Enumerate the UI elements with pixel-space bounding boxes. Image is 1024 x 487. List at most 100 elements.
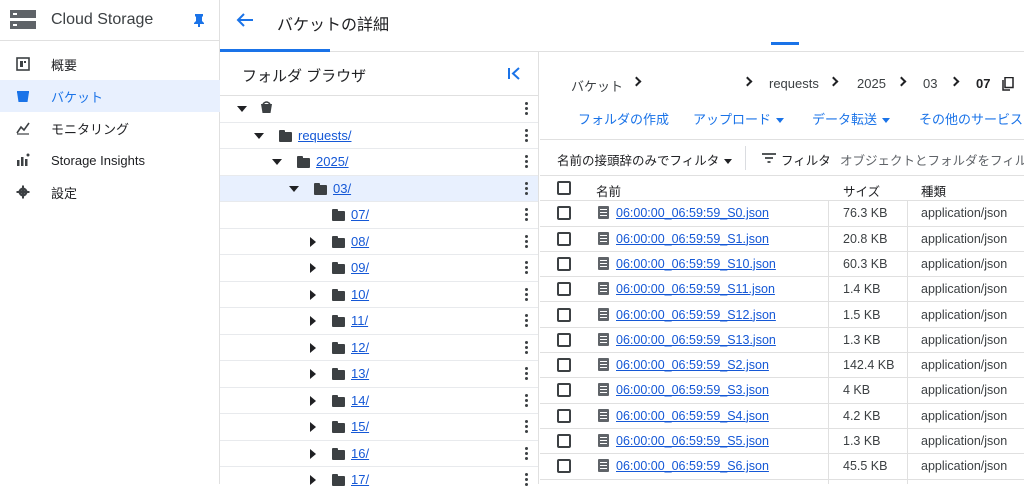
expand-arrow-icon[interactable] (310, 422, 316, 432)
more-options-icon[interactable] (525, 155, 528, 169)
folder-link[interactable]: 17/ (351, 472, 369, 487)
upload-button[interactable]: アップロード (693, 109, 785, 128)
expand-arrow-icon[interactable] (272, 159, 282, 165)
row-checkbox[interactable] (557, 256, 571, 271)
expand-arrow-icon[interactable] (254, 132, 264, 139)
column-header-size[interactable]: サイズ (843, 181, 880, 200)
tree-row-day[interactable]: 10/ (220, 282, 538, 308)
expand-arrow-icon[interactable] (310, 395, 316, 406)
row-checkbox[interactable] (557, 383, 571, 398)
folder-link[interactable]: 08/ (351, 234, 369, 249)
folder-link[interactable]: 10/ (351, 287, 369, 302)
expand-arrow-icon[interactable] (310, 236, 316, 247)
nav-item-monitoring[interactable]: モニタリング (0, 112, 220, 144)
tree-row-day[interactable]: 16/ (220, 441, 538, 467)
row-checkbox[interactable] (557, 282, 571, 297)
nav-item-overview[interactable]: 概要 (0, 48, 220, 80)
more-options-icon[interactable] (525, 340, 528, 355)
table-row[interactable]: 06:00:00_06:59:59_S5.json 1.3 KB applicati… (540, 429, 1024, 455)
row-checkbox[interactable] (557, 358, 571, 373)
more-options-icon[interactable] (525, 128, 528, 143)
tree-row-day[interactable]: 12/ (220, 335, 538, 361)
nav-item-buckets[interactable]: バケット (0, 80, 220, 112)
other-services-button[interactable]: その他のサービス (919, 109, 1023, 128)
folder-link[interactable]: 15/ (351, 419, 369, 434)
file-name-link[interactable]: 06:00:00_06:59:59_S13.json (616, 333, 776, 347)
more-options-icon[interactable] (525, 367, 528, 381)
tree-row-day[interactable]: 07/ (220, 202, 538, 229)
back-arrow-icon[interactable] (236, 12, 254, 28)
more-options-icon[interactable] (525, 102, 528, 116)
table-row[interactable]: 06:00:00_06:59:59_S12.json 1.5 KB applicat… (540, 303, 1024, 328)
more-options-icon[interactable] (525, 181, 528, 196)
more-options-icon[interactable] (525, 287, 528, 302)
expand-arrow-icon[interactable] (310, 369, 316, 379)
row-checkbox[interactable] (557, 408, 571, 423)
file-name-link[interactable]: 06:00:00_06:59:59_S4.json (616, 409, 769, 423)
tree-row-bucket[interactable] (220, 96, 538, 123)
tree-row-year[interactable]: 2025/ (220, 149, 538, 176)
copy-icon[interactable] (1002, 77, 1014, 91)
folder-link[interactable]: 11/ (351, 313, 368, 328)
folder-link[interactable]: 13/ (351, 366, 369, 381)
breadcrumb-item[interactable]: 2025 (857, 76, 886, 91)
breadcrumb-item[interactable]: バケット (571, 76, 623, 95)
tree-row-month[interactable]: 03/ (220, 175, 538, 202)
table-row[interactable]: 06:00:00_06:59:59_S6.json 45.5 KB applicat… (540, 454, 1024, 480)
collapse-panel-icon[interactable] (508, 67, 521, 80)
more-options-icon[interactable] (525, 208, 528, 222)
file-name-link[interactable]: 06:00:00_06:59:59_S3.json (616, 383, 769, 397)
file-name-link[interactable]: 06:00:00_06:59:59_S0.json (616, 206, 769, 220)
expand-arrow-icon[interactable] (310, 342, 316, 353)
expand-arrow-icon[interactable] (310, 316, 316, 326)
tree-row-day[interactable]: 13/ (220, 361, 538, 388)
breadcrumb-item[interactable]: 03 (923, 76, 937, 91)
expand-arrow-icon[interactable] (289, 185, 299, 192)
nav-item-storage-insights[interactable]: Storage Insights (0, 144, 220, 176)
tree-row-day[interactable]: 17/ (220, 467, 538, 487)
pin-icon[interactable] (193, 13, 205, 27)
row-checkbox[interactable] (557, 231, 571, 246)
row-checkbox[interactable] (557, 459, 571, 474)
tree-row-day[interactable]: 15/ (220, 414, 538, 441)
file-name-link[interactable]: 06:00:00_06:59:59_S2.json (616, 358, 769, 372)
file-name-link[interactable]: 06:00:00_06:59:59_S12.json (616, 308, 776, 322)
table-row[interactable]: 06:00:00_06:59:59_S0.json 76.3 KB applicat… (540, 201, 1024, 227)
expand-arrow-icon[interactable] (310, 263, 316, 273)
folder-link[interactable]: requests/ (298, 128, 351, 143)
more-options-icon[interactable] (525, 393, 528, 408)
more-options-icon[interactable] (525, 420, 528, 434)
table-row[interactable]: 06:00:00_06:59:59_S4.json 4.2 KB applicati… (540, 404, 1024, 429)
table-row[interactable]: 06:00:00_06:59:59_S2.json 142.4 KB applica… (540, 353, 1024, 379)
more-options-icon[interactable] (525, 314, 528, 328)
table-row[interactable]: 06:00:00_06:59:59_S1.json 20.8 KB applicat… (540, 227, 1024, 252)
select-all-checkbox[interactable] (557, 181, 571, 195)
folder-link[interactable]: 12/ (351, 340, 369, 355)
table-row[interactable]: 06:00:00_06:59:59_S13.json 1.3 KB applicat… (540, 328, 1024, 354)
tree-row-day[interactable]: 11/ (220, 308, 538, 335)
expand-arrow-icon[interactable] (237, 106, 247, 112)
tree-row-day[interactable]: 08/ (220, 229, 538, 255)
folder-link[interactable]: 16/ (351, 446, 369, 461)
filter-input[interactable]: オブジェクトとフォルダをフィル (840, 150, 1024, 169)
file-name-link[interactable]: 06:00:00_06:59:59_S5.json (616, 434, 769, 448)
table-row[interactable]: 06:00:00_06:59:59_S11.json 1.4 KB applicat… (540, 277, 1024, 303)
folder-link[interactable]: 03/ (333, 181, 351, 196)
tree-row-day[interactable]: 09/ (220, 255, 538, 282)
breadcrumb-item[interactable]: requests (769, 76, 819, 91)
row-checkbox[interactable] (557, 206, 571, 221)
file-name-link[interactable]: 06:00:00_06:59:59_S6.json (616, 459, 769, 473)
more-options-icon[interactable] (525, 261, 528, 275)
file-name-link[interactable]: 06:00:00_06:59:59_S10.json (616, 257, 776, 271)
row-checkbox[interactable] (557, 434, 571, 448)
more-options-icon[interactable] (525, 446, 528, 461)
column-header-name[interactable]: 名前 (596, 181, 621, 200)
expand-arrow-icon[interactable] (310, 289, 316, 300)
table-row[interactable]: 06:00:00_06:59:59_S10.json 60.3 KB applica… (540, 252, 1024, 278)
file-name-link[interactable]: 06:00:00_06:59:59_S1.json (616, 232, 769, 246)
tree-row-requests[interactable]: requests/ (220, 123, 538, 149)
column-header-type[interactable]: 種類 (921, 181, 946, 200)
folder-link[interactable]: 09/ (351, 260, 369, 275)
tree-row-day[interactable]: 14/ (220, 388, 538, 414)
data-transfer-button[interactable]: データ転送 (812, 109, 891, 128)
